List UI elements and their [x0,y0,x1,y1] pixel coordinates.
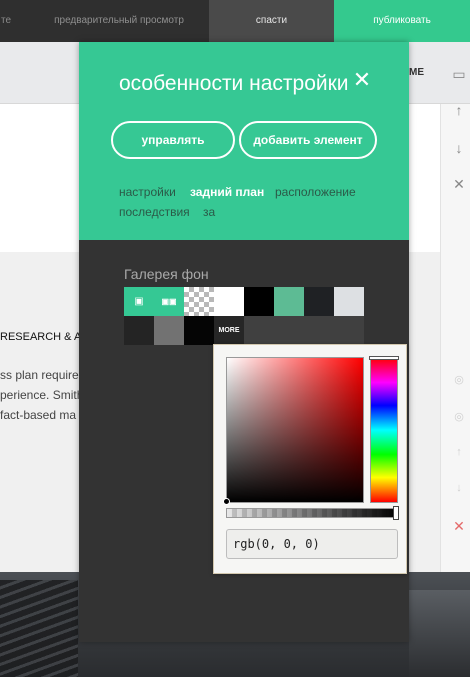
hue-slider[interactable] [369,356,399,503]
arrow-down-icon[interactable]: ↓ [450,140,468,156]
swatch-charcoal[interactable] [124,316,154,345]
copy-icon[interactable]: ◎ [450,410,468,423]
more-swatches-button[interactable]: MORE [214,316,244,345]
swatch-grey[interactable] [154,316,184,345]
arrow-up-icon[interactable]: ↑ [450,102,468,118]
alpha-slider-handle[interactable] [393,506,399,520]
section-heading: RESEARCH & A [0,331,80,343]
hue-slider-handle[interactable] [369,356,399,360]
close-icon[interactable]: ✕ [351,69,373,91]
tab-settings[interactable]: настройки [119,185,176,199]
photo-detail-right [409,590,470,677]
swatch-dark[interactable] [304,287,334,316]
top-toolbar: те предварительный просмотр спасти публи… [0,0,470,42]
keyboard-photo-detail [0,580,78,677]
swatch-black[interactable] [244,287,274,316]
monitor-icon[interactable]: ▭ [450,66,468,83]
tab-layout[interactable]: расположение [275,185,356,199]
swatch-row-filler [244,316,364,345]
delete-icon[interactable]: ✕ [450,518,468,535]
color-value-field[interactable]: rgb(0, 0, 0) [226,529,398,559]
section-text-line: fact-based ma [0,408,77,422]
alpha-slider[interactable] [226,506,399,520]
save-button[interactable]: спасти [209,0,334,42]
tab-background[interactable]: задний план [190,185,264,199]
tab-about[interactable]: за [203,205,215,219]
swatch-near-black[interactable] [184,316,214,345]
arrow-up-icon[interactable]: ↑ [450,446,468,458]
remove-icon[interactable]: ✕ [450,176,468,193]
add-element-button[interactable]: добавить элемент [239,121,377,159]
arrow-down-icon[interactable]: ↓ [450,482,468,494]
publish-button[interactable]: публиковать [334,0,470,42]
panel-title: особенности настройки [119,72,349,95]
toolbar-item-partial[interactable]: те [0,0,22,42]
color-picker: rgb(0, 0, 0) [213,344,407,574]
gallery-images-icon[interactable]: ▣▣ [154,287,184,316]
swatch-green[interactable] [274,287,304,316]
saturation-value-area[interactable] [223,357,364,505]
swatch-transparent[interactable] [184,287,214,316]
panel-header: особенности настройки ✕ управлять добави… [79,42,409,240]
settings-icon[interactable]: ◎ [450,373,468,386]
swatch-white[interactable] [214,287,244,316]
tab-effects[interactable]: последствия [119,205,190,219]
gallery-label: Галерея фон [124,266,209,282]
preview-button[interactable]: предварительный просмотр [30,0,208,42]
section-text-line: perience. Smith [0,388,80,402]
section-text-line: ss plan requires [0,368,80,382]
nav-label-partial: МЕ [409,67,424,78]
swatch-light-grey[interactable] [334,287,364,316]
manage-button[interactable]: управлять [111,121,235,159]
image-icon[interactable]: ▣ [124,287,154,316]
color-cursor[interactable] [223,498,230,505]
element-controls-strip [440,104,470,572]
